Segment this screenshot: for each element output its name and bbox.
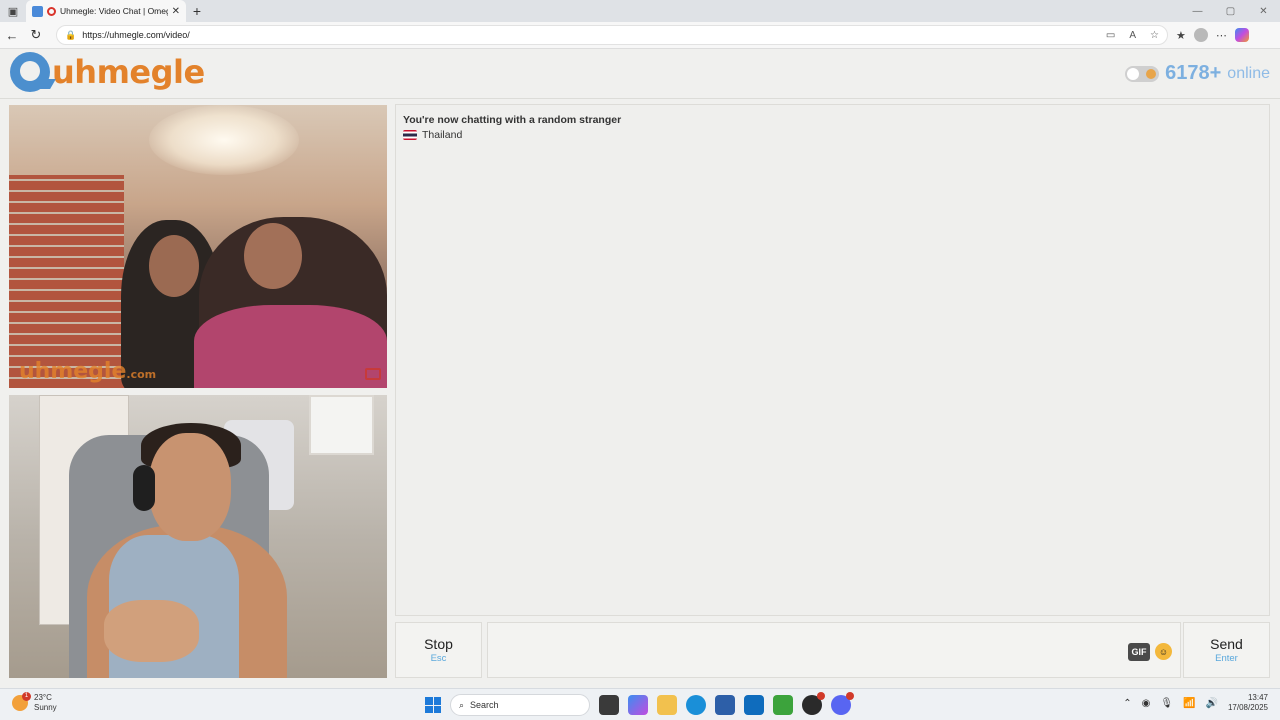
sun-icon	[1146, 68, 1157, 79]
clock-date: 17/08/2025	[1227, 703, 1268, 712]
taskbar-apps: ⌕ Search	[425, 692, 854, 716]
wifi-icon[interactable]: 📶	[1183, 698, 1195, 709]
stop-shortcut: Esc	[430, 653, 447, 664]
edge-icon[interactable]	[686, 695, 706, 715]
close-window-icon[interactable]: ✕	[1247, 6, 1280, 17]
razer-icon[interactable]	[773, 695, 793, 715]
system-tray: ⌃ ◉ 🎙 📶 🔊 13:47 17/08/2025	[1123, 693, 1268, 713]
browser-tab[interactable]: Uhmegle: Video Chat | Omegle ✕	[26, 0, 186, 22]
send-button[interactable]: Send Enter	[1183, 622, 1270, 678]
online-label: online	[1227, 64, 1270, 82]
tab-close-icon[interactable]: ✕	[172, 6, 180, 17]
chat-controls: Stop Esc GIF ☺ Send Enter	[395, 622, 1270, 678]
watermark-text: uhmegle	[19, 359, 127, 384]
new-tab-icon[interactable]: +	[186, 3, 208, 19]
taskbar-search[interactable]: ⌕ Search	[450, 694, 590, 716]
favorite-star-icon[interactable]: ☆	[1150, 30, 1159, 41]
search-icon: ⌕	[459, 699, 465, 710]
microphone-icon[interactable]: 🎙	[1160, 698, 1173, 709]
copilot-icon[interactable]	[1234, 28, 1249, 42]
stop-label: Stop	[424, 636, 453, 652]
stop-button[interactable]: Stop Esc	[395, 622, 482, 678]
country-name: Thailand	[422, 129, 463, 141]
weather-badge: 1	[22, 692, 31, 701]
recording-icon	[47, 6, 56, 16]
discord-icon[interactable]	[831, 692, 854, 715]
lock-icon: 🔒	[65, 29, 77, 40]
search-placeholder: Search	[470, 700, 499, 710]
online-indicator: 6178+ online	[1125, 62, 1270, 85]
logo-text: uhmegle	[52, 53, 205, 91]
browser-tab-bar: ▣ Uhmegle: Video Chat | Omegle ✕ + — ▢ ✕	[0, 0, 1280, 22]
gif-button[interactable]: GIF	[1128, 643, 1150, 661]
recording-tray-icon[interactable]: ◉	[1142, 698, 1151, 709]
more-icon[interactable]: ⋯	[1216, 29, 1227, 42]
report-icon[interactable]	[365, 368, 381, 380]
toggle-knob	[1127, 67, 1140, 80]
copilot-app-icon[interactable]	[628, 695, 648, 715]
stranger-shirt	[194, 305, 387, 388]
weather-sun-icon: 1	[12, 692, 31, 711]
read-aloud-icon[interactable]: A	[1129, 30, 1136, 41]
stranger-face-1	[149, 235, 199, 297]
window	[309, 395, 374, 455]
chat-status: You're now chatting with a random strang…	[403, 114, 622, 126]
send-label: Send	[1210, 636, 1243, 652]
store-icon[interactable]	[715, 695, 735, 715]
weather-widget[interactable]: 1 23°C Sunny	[12, 692, 57, 713]
video-watermark: uhmegle.com	[19, 359, 156, 384]
chat-log: You're now chatting with a random strang…	[395, 104, 1270, 616]
weather-condition: Sunny	[34, 703, 57, 712]
tray-overflow-icon[interactable]: ⌃	[1123, 698, 1131, 709]
stranger-face-2	[244, 223, 302, 289]
clock-time: 13:47	[1247, 693, 1268, 702]
outlook-icon[interactable]	[744, 695, 764, 715]
maximize-icon[interactable]: ▢	[1214, 6, 1247, 17]
headphone	[133, 465, 155, 511]
message-input[interactable]: GIF ☺	[487, 622, 1181, 678]
site-header: uhmegle 6178+ online	[0, 49, 1280, 99]
tab-actions-icon[interactable]: ▣	[0, 0, 26, 22]
profile-icon[interactable]	[1193, 28, 1208, 42]
stranger-country: Thailand	[403, 129, 1262, 141]
theme-toggle[interactable]	[1125, 65, 1160, 82]
self-video	[9, 395, 387, 678]
volume-icon[interactable]: 🔊	[1206, 698, 1218, 709]
site-logo[interactable]: uhmegle	[10, 52, 205, 92]
url-text: https://uhmegle.com/video/	[82, 30, 190, 40]
temperature: 23°C	[34, 693, 52, 702]
back-icon[interactable]: ←	[0, 28, 24, 43]
stranger-video: uhmegle.com	[9, 105, 387, 388]
obs-icon[interactable]	[802, 692, 825, 715]
brick-wall	[9, 175, 124, 388]
url-field[interactable]: 🔒 https://uhmegle.com/video/ ▭ A ☆	[56, 25, 1168, 45]
tab-title: Uhmegle: Video Chat | Omegle	[60, 6, 168, 16]
minimize-icon[interactable]: —	[1181, 6, 1214, 17]
favorites-icon[interactable]: ★	[1176, 29, 1186, 42]
file-explorer-icon[interactable]	[657, 695, 677, 715]
thailand-flag-icon	[403, 130, 417, 140]
task-view-icon[interactable]	[599, 695, 619, 715]
send-shortcut: Enter	[1215, 653, 1238, 664]
camera-icon[interactable]: ▭	[1106, 30, 1115, 41]
site-favicon-icon	[32, 5, 43, 17]
start-icon[interactable]	[425, 697, 441, 713]
logo-bubble-icon	[10, 52, 50, 92]
address-bar: ← ↻ 🔒 https://uhmegle.com/video/ ▭ A ☆ ★…	[0, 22, 1280, 49]
refresh-icon[interactable]: ↻	[24, 27, 48, 43]
watermark-suffix: .com	[126, 368, 157, 381]
self-face	[149, 433, 231, 541]
window-controls: — ▢ ✕	[1181, 6, 1280, 17]
clock[interactable]: 13:47 17/08/2025	[1228, 693, 1268, 713]
windows-taskbar: 1 23°C Sunny ⌕ Search ⌃ ◉ 🎙 📶 🔊 13:47 17…	[0, 688, 1280, 720]
online-count: 6178+	[1165, 62, 1222, 84]
self-hand	[104, 600, 199, 662]
emoji-icon[interactable]: ☺	[1155, 643, 1172, 660]
ceiling-light	[149, 105, 299, 175]
